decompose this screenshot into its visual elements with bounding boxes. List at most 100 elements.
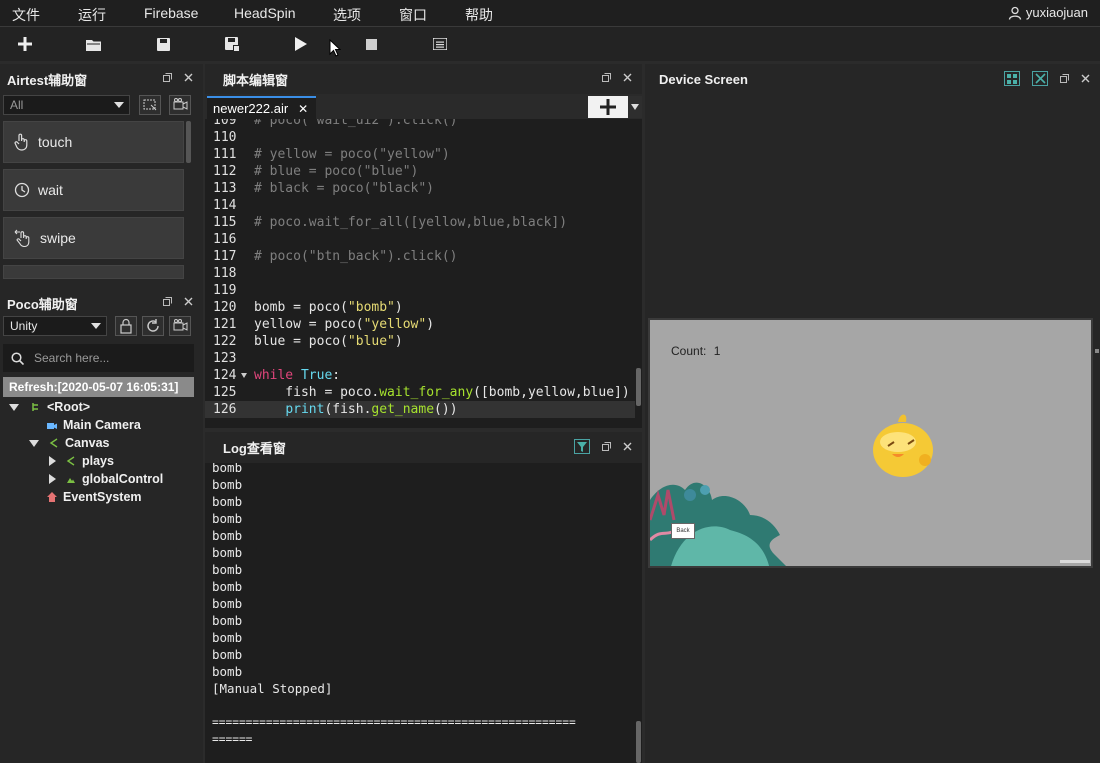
line-number: 116 (213, 232, 237, 247)
new-button[interactable] (14, 33, 36, 55)
log-line: bomb (212, 613, 243, 628)
menu-help[interactable]: 帮助 (465, 5, 493, 25)
save-button[interactable] (152, 33, 174, 55)
new-tab-dropdown[interactable] (628, 96, 642, 118)
poco-record-button[interactable] (169, 316, 191, 336)
expand-arrow-icon[interactable] (49, 474, 56, 484)
tree-node-event-system[interactable]: EventSystem (47, 488, 142, 506)
tree-node-main-camera[interactable]: Main Camera (47, 416, 141, 434)
camera-icon (47, 422, 57, 429)
save-as-button[interactable] (221, 33, 243, 55)
float-icon[interactable] (602, 73, 611, 82)
poco-panel-title: Poco辅助窗 (7, 296, 78, 312)
new-icon (18, 37, 32, 51)
device-tools-button[interactable] (1032, 71, 1048, 86)
code-text: fish = poco.wait_for_any([bomb,yellow,bl… (254, 385, 630, 400)
airtest-touch-button[interactable]: touch (3, 121, 184, 163)
device-screen-title: Device Screen (659, 71, 748, 87)
close-icon[interactable] (1081, 74, 1090, 83)
tree-node-canvas[interactable]: Canvas (29, 434, 109, 452)
code-text: while True: (254, 368, 341, 383)
watermark-logo (1060, 560, 1090, 563)
code-line: 117 # poco("btn_back").click() (205, 248, 635, 265)
log-line: bomb (212, 630, 243, 645)
expand-arrow-icon[interactable] (49, 456, 56, 466)
fold-arrow-icon[interactable] (241, 373, 247, 378)
editor-scrollbar[interactable] (636, 368, 641, 406)
poco-search-field[interactable]: Search here... (3, 344, 194, 372)
resize-handle[interactable] (1095, 349, 1099, 353)
float-icon[interactable] (163, 297, 172, 306)
stop-button[interactable] (360, 33, 382, 55)
close-icon[interactable] (623, 442, 632, 451)
log-icon (433, 38, 447, 50)
menu-firebase[interactable]: Firebase (144, 5, 198, 21)
user-account[interactable]: yuxiaojuan (1008, 5, 1088, 20)
airtest-wait-button[interactable]: wait (3, 169, 184, 211)
airtest-filter-value: All (10, 98, 24, 112)
device-screen-header: Device Screen (645, 64, 1100, 94)
device-screen-panel: Device Screen Count: 1 Back (645, 64, 1100, 763)
menu-file[interactable]: 文件 (12, 5, 40, 25)
airtest-more-button[interactable] (3, 265, 184, 279)
menu-run[interactable]: 运行 (78, 5, 106, 25)
tree-node-plays[interactable]: plays (49, 452, 114, 470)
poco-refresh-button[interactable] (142, 316, 164, 336)
airtest-swipe-button[interactable]: swipe (3, 217, 184, 259)
tree-node-label: Main Camera (63, 418, 141, 432)
line-number: 120 (213, 300, 237, 315)
line-number: 118 (213, 266, 237, 281)
poco-lock-button[interactable] (115, 316, 137, 336)
poco-mode-select[interactable]: Unity (3, 316, 107, 336)
new-tab-button[interactable] (588, 96, 628, 118)
menu-options[interactable]: 选项 (333, 5, 361, 25)
log-line: bomb (212, 528, 243, 543)
script-editor-title: 脚本编辑窗 (223, 72, 289, 88)
device-screen-view[interactable]: Count: 1 Back (648, 318, 1093, 568)
float-icon[interactable] (1060, 74, 1069, 83)
float-icon[interactable] (163, 73, 172, 82)
tree-node-global-control[interactable]: globalControl (49, 470, 163, 488)
close-icon[interactable] (623, 73, 632, 82)
refresh-icon (147, 319, 159, 332)
close-icon[interactable] (184, 297, 193, 306)
game-count: Count: 1 (671, 344, 720, 358)
log-line: [Manual Stopped] (212, 681, 333, 696)
float-icon[interactable] (602, 442, 611, 451)
lock-icon (120, 318, 132, 334)
airtest-filter-select[interactable]: All (3, 95, 130, 115)
back-button[interactable]: Back (671, 523, 695, 539)
code-text: # poco("wait_ui2").click() (254, 119, 458, 128)
device-layout-button[interactable] (1004, 71, 1020, 86)
airtest-select-button[interactable] (139, 95, 161, 115)
airtest-record-button[interactable] (169, 95, 191, 115)
tab-close-icon[interactable]: ✕ (298, 102, 308, 116)
tree-node-root[interactable]: <Root> (9, 398, 90, 416)
log-button[interactable] (429, 33, 451, 55)
code-editor[interactable]: 109 # poco("wait_ui2").click() 110 111 # y… (205, 119, 642, 428)
menu-headspin[interactable]: HeadSpin (234, 5, 296, 21)
menu-bar: 文件 运行 Firebase HeadSpin 选项 窗口 帮助 yuxiaoj… (0, 0, 1100, 27)
open-button[interactable] (83, 33, 105, 55)
log-filter-button[interactable] (574, 439, 590, 454)
airtest-wait-label: wait (38, 182, 63, 198)
expand-arrow-icon[interactable] (9, 403, 19, 411)
code-line: 124 while True: (205, 367, 635, 384)
close-icon[interactable] (184, 73, 193, 82)
code-line: 125 fish = poco.wait_for_any([bomb,yello… (205, 384, 635, 401)
tree-node-label: globalControl (82, 472, 164, 486)
airtest-scrollbar[interactable] (186, 121, 191, 163)
line-number: 117 (213, 249, 237, 264)
log-line: ========================================… (212, 716, 576, 729)
log-scrollbar[interactable] (636, 721, 641, 763)
code-line: 112 # blue = poco("blue") (205, 163, 635, 180)
log-line: bomb (212, 647, 243, 662)
menu-window[interactable]: 窗口 (399, 5, 427, 25)
swipe-hand-icon (14, 229, 30, 247)
log-output[interactable]: bomb bomb bomb bomb bomb bomb bomb bomb … (205, 463, 642, 763)
editor-tab[interactable]: newer222.air ✕ (207, 96, 317, 119)
expand-arrow-icon[interactable] (29, 439, 39, 447)
code-line: 114 (205, 197, 635, 214)
run-button[interactable] (290, 33, 312, 55)
code-line: 115 # poco.wait_for_all([yellow,blue,blac… (205, 214, 635, 231)
